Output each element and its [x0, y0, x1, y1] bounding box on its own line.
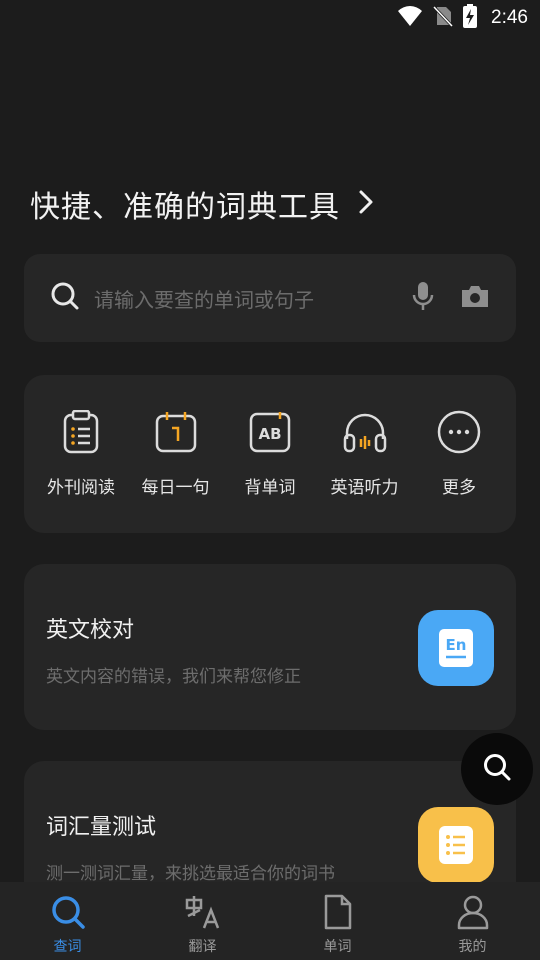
headline-link[interactable]: 快捷、准确的词典工具	[30, 182, 374, 226]
nav-label: 我的	[458, 939, 487, 955]
search-icon	[482, 752, 512, 786]
tool-listening[interactable]: 英语听力	[318, 375, 412, 533]
feature-title: 词汇量测试	[46, 815, 157, 840]
status-time: 2:46	[491, 7, 528, 28]
microphone-icon[interactable]	[412, 281, 434, 315]
feature-subtitle: 测一测词汇量，来挑选最适合你的词书	[46, 864, 335, 884]
tool-label: 外刊阅读	[47, 478, 115, 498]
search-icon	[48, 892, 88, 932]
feature-title: 英文校对	[46, 618, 135, 643]
chevron-right-icon	[358, 189, 374, 219]
nav-label: 单词	[323, 939, 352, 955]
quick-tools: 外刊阅读 每日一句 AB 背单词 英语听力 更多	[24, 375, 516, 533]
camera-icon[interactable]	[460, 283, 490, 313]
search-input[interactable]: 请输入要查的单词或句子	[94, 284, 412, 313]
tool-label: 更多	[442, 478, 476, 498]
nav-translate[interactable]: 翻译	[148, 882, 258, 960]
tool-label: 背单词	[244, 478, 296, 498]
headline-text: 快捷、准确的词典工具	[30, 190, 340, 225]
bottom-nav: 查词 翻译 单词 我的	[0, 882, 540, 960]
search-actions	[412, 281, 490, 315]
nav-label: 查词	[53, 939, 82, 955]
feature-card-proofread[interactable]: 英文校对 英文内容的错误，我们来帮您修正 En	[24, 564, 516, 730]
tool-reading[interactable]: 外刊阅读	[34, 375, 128, 533]
no-sim-icon	[432, 5, 454, 31]
battery-charging-icon	[463, 4, 478, 32]
en-icon: En	[418, 610, 494, 686]
more-dots-icon	[436, 409, 482, 455]
feature-subtitle: 英文内容的错误，我们来帮您修正	[46, 667, 301, 687]
tool-more[interactable]: 更多	[412, 375, 506, 533]
document-icon	[318, 892, 358, 932]
calendar-icon	[153, 409, 199, 455]
floating-search-button[interactable]	[461, 733, 533, 805]
search-bar[interactable]: 请输入要查的单词或句子	[24, 254, 516, 342]
ab-card-icon: AB	[247, 409, 293, 455]
en-icon-text: En	[446, 636, 467, 654]
list-icon	[418, 807, 494, 883]
nav-words[interactable]: 单词	[283, 882, 393, 960]
svg-text:AB: AB	[258, 425, 281, 443]
headphones-icon	[342, 409, 388, 455]
status-icons: 2:46	[397, 4, 528, 32]
translate-icon	[183, 892, 223, 932]
nav-label: 翻译	[188, 939, 217, 955]
user-icon	[453, 892, 493, 932]
wifi-icon	[397, 5, 423, 31]
app-screen: 2:46 快捷、准确的词典工具 请输入要查的单词或句子 外刊阅读 每日一句 AB…	[0, 0, 540, 960]
tool-label: 英语听力	[330, 478, 399, 498]
nav-profile[interactable]: 我的	[418, 882, 528, 960]
tool-label: 每日一句	[141, 478, 210, 498]
tool-vocabulary[interactable]: AB 背单词	[223, 375, 317, 533]
status-bar: 2:46	[0, 0, 540, 36]
tool-daily-sentence[interactable]: 每日一句	[129, 375, 223, 533]
clipboard-list-icon	[58, 409, 104, 455]
search-icon	[50, 281, 80, 315]
nav-lookup[interactable]: 查词	[13, 882, 123, 960]
